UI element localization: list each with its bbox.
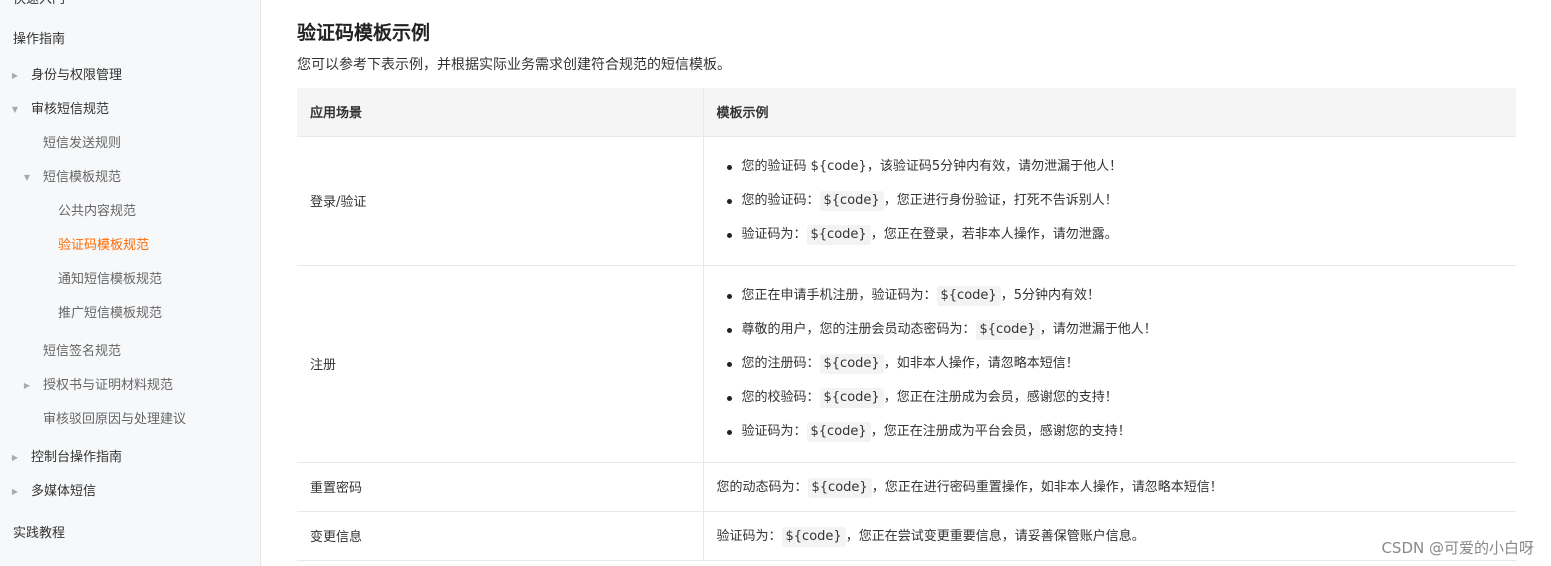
scene-cell: 注册 <box>297 265 703 463</box>
sidebar-item-label: 短信模板规范 <box>43 170 122 185</box>
example-cell: 您正在申请手机注册，验证码为： ${code} ，5分钟内有效！ 尊敬的用户，您的注册… <box>702 265 1517 463</box>
code-placeholder: ${code} <box>936 285 1001 306</box>
code-placeholder: ${code} <box>810 158 867 174</box>
table-row: 注册 您正在申请手机注册，验证码为： ${code} ，5分钟内有效！ 尊敬的用户，您的… <box>297 265 1517 463</box>
sidebar-item-label: 操作指南 <box>13 32 66 47</box>
example-text: ，请勿泄漏于他人！ <box>1039 321 1157 337</box>
sidebar-item-label: 推广短信模板规范 <box>58 306 163 321</box>
caret-down-icon[interactable]: ▼ <box>10 98 20 122</box>
example-text: ，您正在注册成为平台会员，感谢您的支持！ <box>870 423 1131 439</box>
example-text: 验证码为： <box>741 226 807 242</box>
sidebar-item-label: 审核驳回原因与处理建议 <box>43 412 187 427</box>
sidebar-item-label: 公共内容规范 <box>58 204 137 219</box>
example-list: 您正在申请手机注册，验证码为： ${code} ，5分钟内有效！ 尊敬的用户，您的注册… <box>717 279 1517 449</box>
scene-cell: 登录/验证 <box>297 136 703 266</box>
list-item: 尊敬的用户，您的注册会员动态密码为： ${code} ，请勿泄漏于他人！ <box>717 313 1517 347</box>
code-placeholder: ${code} <box>807 477 872 498</box>
list-item: 您的验证码 ${code}，该验证码5分钟内有效，请勿泄漏于他人！ <box>717 150 1517 184</box>
sidebar-item-label: 短信发送规则 <box>43 136 122 151</box>
list-item: 您的校验码： ${code} ，您正在注册成为会员，感谢您的支持！ <box>717 381 1517 415</box>
caret-right-icon[interactable]: ▶ <box>10 446 20 470</box>
page-description: 您可以参考下表示例，并根据实际业务需求创建符合规范的短信模板。 <box>297 57 731 73</box>
example-text: 您的动态码为： <box>716 479 808 495</box>
caret-right-icon[interactable]: ▶ <box>10 480 20 504</box>
example-text: ，您正进行身份验证，打死不告诉别人！ <box>883 192 1118 208</box>
code-placeholder: ${code} <box>806 224 871 245</box>
code-placeholder: ${code} <box>781 526 846 547</box>
header-scene: 应用场景 <box>297 88 703 137</box>
code-placeholder: ${code} <box>975 319 1040 340</box>
caret-right-icon[interactable]: ▶ <box>10 64 20 88</box>
watermark: CSDN @可爱的小白呀 <box>1381 539 1534 557</box>
sidebar-nav: 快速入门操作指南 ▶ 身份与权限管理 ▼ 审核短信规范短信发送规则 ▼ 短信模板规范公共内容… <box>0 0 261 566</box>
list-item: 您的验证码： ${code} ，您正进行身份验证，打死不告诉别人！ <box>717 184 1517 218</box>
sidebar-item-label: 授权书与证明材料规范 <box>43 378 174 393</box>
example-text: ，该验证码5分钟内有效，请勿泄漏于他人！ <box>866 158 1123 174</box>
example-cell: 您的验证码 ${code}，该验证码5分钟内有效，请勿泄漏于他人！ 您的验证码： $… <box>702 136 1517 266</box>
sidebar-item-label: 控制台操作指南 <box>31 450 123 465</box>
example-text: ，您正在进行密码重置操作，如非本人操作，请忽略本短信！ <box>871 479 1223 495</box>
sidebar-item-label: 实践教程 <box>13 526 66 541</box>
example-text: ，您正在注册成为会员，感谢您的支持！ <box>883 389 1118 405</box>
sidebar-item-label: 身份与权限管理 <box>31 68 123 83</box>
sidebar-item-label: 短信签名规范 <box>43 344 122 359</box>
code-placeholder: ${code} <box>819 190 884 211</box>
sidebar-item-label: 验证码模板规范 <box>58 238 150 253</box>
example-text: 您的校验码： <box>741 389 820 405</box>
example-text: ，5分钟内有效！ <box>1000 287 1100 303</box>
caret-down-icon[interactable]: ▼ <box>22 166 32 190</box>
example-text: ，如非本人操作，请忽略本短信！ <box>883 355 1079 371</box>
example-text: 您的验证码： <box>741 192 820 208</box>
example-cell: 您的动态码为： ${code} ，您正在进行密码重置操作，如非本人操作，请忽略本短信… <box>702 462 1516 512</box>
example-list: 您的验证码 ${code}，该验证码5分钟内有效，请勿泄漏于他人！ 您的验证码： $… <box>717 150 1517 252</box>
list-item: 您的注册码： ${code} ，如非本人操作，请忽略本短信！ <box>717 347 1517 381</box>
sidebar-item-label: 多媒体短信 <box>31 484 97 499</box>
example-text: 您的注册码： <box>741 355 820 371</box>
caret-right-icon[interactable]: ▶ <box>22 374 32 398</box>
code-placeholder: ${code} <box>819 387 884 408</box>
sidebar-item-label: 审核短信规范 <box>31 102 110 117</box>
list-item: 您正在申请手机注册，验证码为： ${code} ，5分钟内有效！ <box>717 279 1517 313</box>
list-item: 验证码为： ${code} ，您正在登录，若非本人操作，请勿泄露。 <box>717 218 1517 252</box>
example-text: ，您正在尝试变更重要信息，请妥善保管账户信息。 <box>845 528 1145 544</box>
table-row: 重置密码 您的动态码为： ${code} ，您正在进行密码重置操作，如非本人操作，请忽… <box>297 462 1516 512</box>
scene-cell: 变更信息 <box>297 511 703 561</box>
header-template-example: 模板示例 <box>702 88 1516 137</box>
example-text: 您正在申请手机注册，验证码为： <box>741 287 937 303</box>
code-placeholder: ${code} <box>819 353 884 374</box>
example-text: 验证码为： <box>741 423 807 439</box>
example-text: 尊敬的用户，您的注册会员动态密码为： <box>741 321 976 337</box>
scene-cell: 重置密码 <box>297 462 703 512</box>
example-text: 验证码为： <box>716 528 782 544</box>
sidebar-item-label: 通知短信模板规范 <box>58 272 163 287</box>
table-header-row: 应用场景 模板示例 <box>297 88 1516 137</box>
list-item: 验证码为： ${code} ，您正在注册成为平台会员，感谢您的支持！ <box>717 415 1517 449</box>
table-row: 变更信息 验证码为： ${code} ，您正在尝试变更重要信息，请妥善保管账户信息。 <box>297 511 1516 561</box>
example-text: ，您正在登录，若非本人操作，请勿泄露。 <box>870 226 1118 242</box>
example-text: 您的验证码 <box>741 158 811 174</box>
code-placeholder: ${code} <box>806 421 871 442</box>
page-title: 验证码模板示例 <box>297 22 431 44</box>
table-row: 登录/验证 您的验证码 ${code}，该验证码5分钟内有效，请勿泄漏于他人！ 您的… <box>297 136 1517 266</box>
template-examples-table: 应用场景 模板示例 登录/验证 您的验证码 ${code}，该验证码5分钟内有效，… <box>297 88 1516 561</box>
sidebar-item-label: 快速入门 <box>13 0 65 12</box>
